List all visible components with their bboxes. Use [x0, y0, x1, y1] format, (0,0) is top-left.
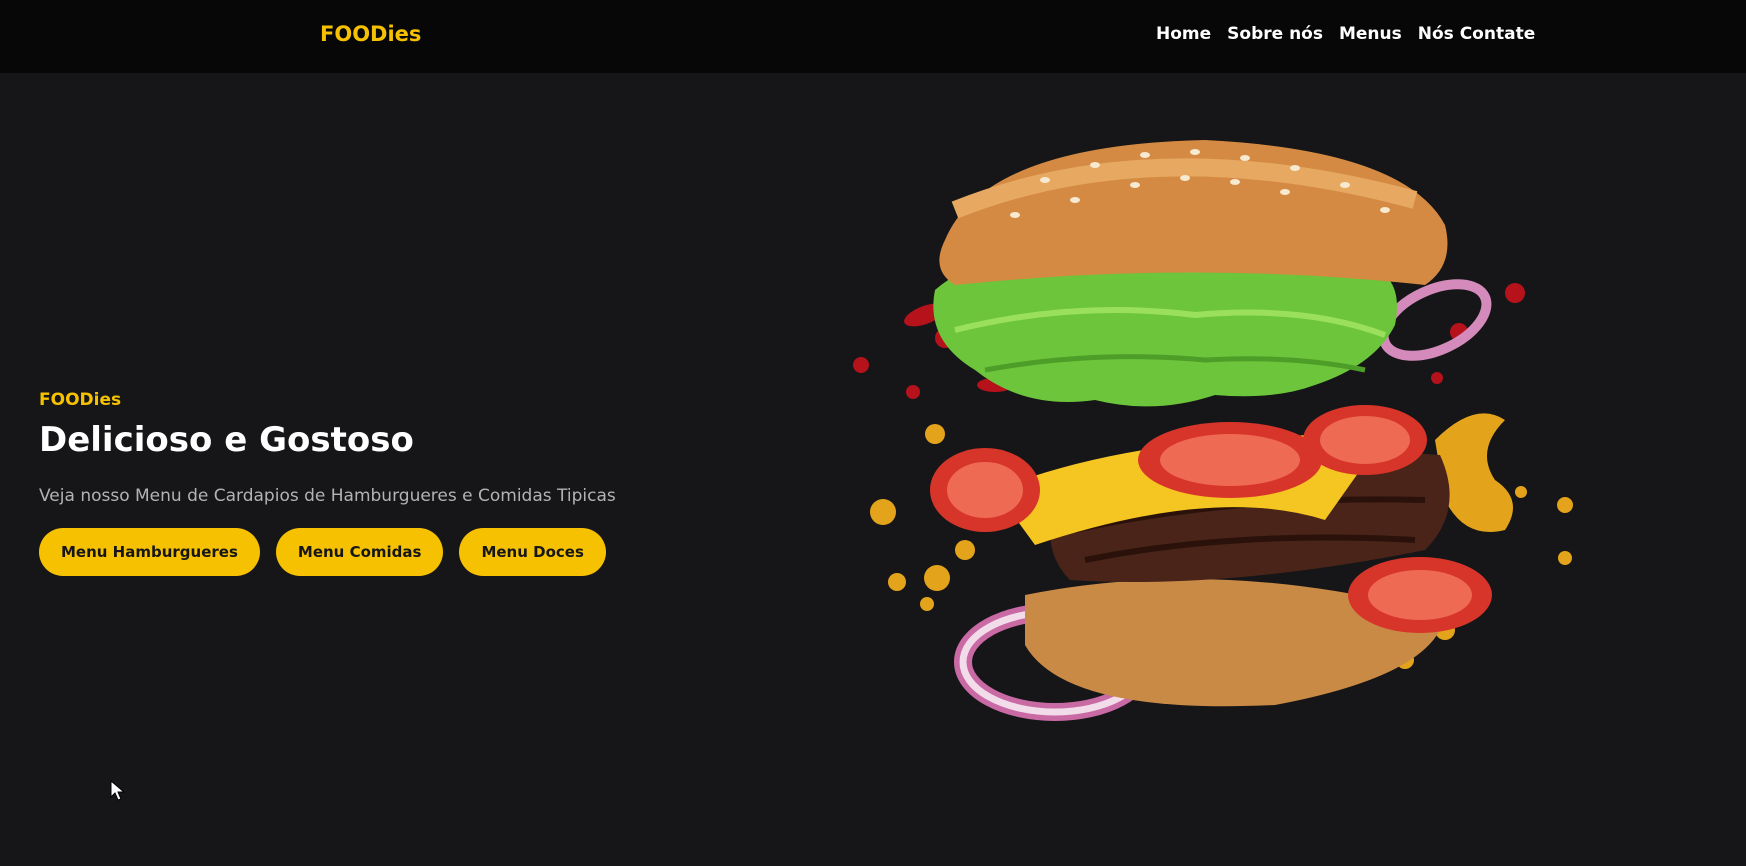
nav-link-nos-contate[interactable]: Nós Contate [1418, 24, 1535, 44]
hero-brand: FOODies [39, 390, 122, 410]
nav-link-home[interactable]: Home [1156, 24, 1211, 44]
menu-doces-button[interactable]: Menu Doces [459, 528, 606, 576]
hero-title: Delicioso e Gostoso [39, 420, 414, 460]
burger-image [853, 140, 1573, 721]
mouse-cursor-icon [110, 780, 126, 801]
nav-links: Home Sobre nós Menus Nós Contate [1156, 24, 1535, 44]
menu-hamburgueres-button[interactable]: Menu Hamburgueres [39, 528, 260, 576]
hero-buttons: Menu Hamburgueres Menu Comidas Menu Doce… [39, 528, 659, 576]
nav-link-sobre-nos[interactable]: Sobre nós [1227, 24, 1323, 44]
hero-section: FOODies Delicioso e Gostoso Veja nosso M… [39, 388, 659, 576]
navbar: FOODies Home Sobre nós Menus Nós Contate [0, 0, 1746, 73]
brand-logo[interactable]: FOODies [320, 22, 421, 46]
nav-link-menus[interactable]: Menus [1339, 24, 1402, 44]
menu-comidas-button[interactable]: Menu Comidas [275, 528, 444, 576]
hero-subtitle: Veja nosso Menu de Cardapios de Hamburgu… [39, 486, 616, 506]
